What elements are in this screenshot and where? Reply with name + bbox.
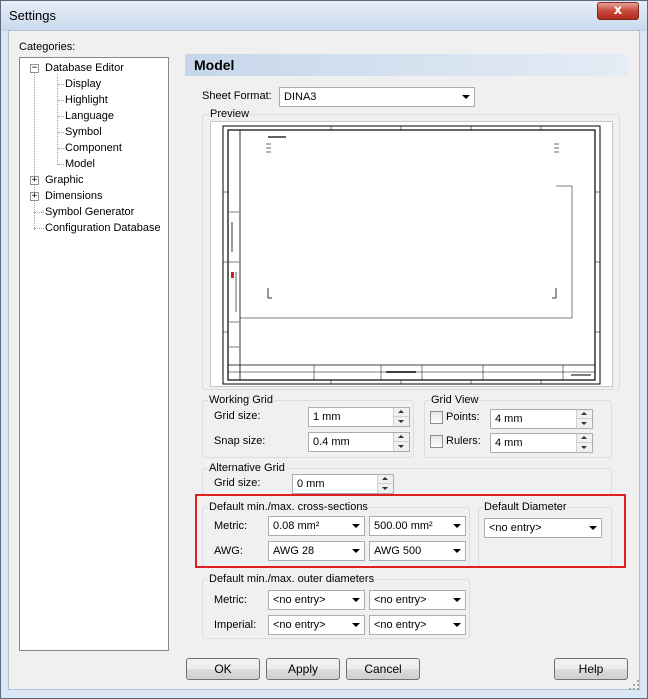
- outer-metric-max-value: <no entry>: [374, 594, 427, 606]
- chevron-down-icon: [453, 598, 461, 602]
- tree-item-component[interactable]: Component: [65, 142, 122, 154]
- grid-size-value: 1 mm: [313, 411, 341, 423]
- points-stepper[interactable]: 4 mm: [490, 409, 593, 429]
- tree-line: [34, 212, 44, 213]
- tree-line: [58, 148, 64, 149]
- title-bar: Settings x: [1, 1, 647, 31]
- help-button[interactable]: Help: [554, 658, 628, 680]
- snap-size-stepper[interactable]: 0.4 mm: [308, 432, 410, 452]
- outer-diameters-title: Default min./max. outer diameters: [208, 573, 376, 585]
- tree-item-highlight[interactable]: Highlight: [65, 94, 108, 106]
- preview-label: Preview: [209, 108, 251, 120]
- rulers-value: 4 mm: [495, 437, 523, 449]
- page-title: Model: [194, 57, 235, 73]
- alt-grid-size-label: Grid size:: [214, 477, 261, 489]
- alt-grid-size-stepper[interactable]: 0 mm: [292, 474, 394, 494]
- tree-line: [58, 100, 64, 101]
- chevron-down-icon: [453, 623, 461, 627]
- tree-item-configuration-database[interactable]: Configuration Database: [45, 222, 161, 234]
- imperial-min-value: <no entry>: [273, 619, 326, 631]
- chevron-down-icon: [352, 623, 360, 627]
- spin-up-icon[interactable]: [378, 475, 393, 484]
- expand-icon[interactable]: +: [30, 191, 39, 201]
- alternative-grid-title: Alternative Grid: [208, 462, 286, 474]
- spin-down-icon[interactable]: [378, 484, 393, 493]
- tree-line: [58, 116, 64, 117]
- tree-item-graphic[interactable]: Graphic: [45, 174, 84, 186]
- categories-label: Categories:: [19, 41, 76, 53]
- sheet-preview: [210, 121, 613, 387]
- rulers-checkbox[interactable]: [430, 435, 443, 448]
- close-button[interactable]: x: [597, 2, 639, 20]
- rulers-label: Rulers:: [446, 435, 481, 447]
- snap-size-label: Snap size:: [214, 435, 266, 447]
- sheet-preview-drawing: [222, 125, 601, 385]
- tree-line: [58, 132, 64, 133]
- sheet-format-value: DINA3: [284, 91, 317, 103]
- points-value: 4 mm: [495, 413, 523, 425]
- window-title: Settings: [9, 8, 56, 23]
- sheet-format-dropdown[interactable]: DINA3: [279, 87, 475, 107]
- imperial-max-value: <no entry>: [374, 619, 427, 631]
- spin-down-icon[interactable]: [394, 417, 409, 426]
- tree-line: [58, 164, 64, 165]
- spin-down-icon[interactable]: [394, 442, 409, 451]
- chevron-down-icon: [352, 598, 360, 602]
- grid-size-label: Grid size:: [214, 410, 261, 422]
- imperial-max-dropdown[interactable]: <no entry>: [369, 615, 466, 635]
- snap-size-value: 0.4 mm: [313, 436, 350, 448]
- chevron-down-icon: [462, 95, 470, 99]
- grid-view-title: Grid View: [430, 394, 480, 406]
- close-icon: x: [613, 3, 623, 18]
- imperial-label: Imperial:: [214, 619, 257, 631]
- highlight-frame: [195, 494, 626, 568]
- tree-item-database-editor[interactable]: Database Editor: [45, 62, 124, 74]
- spin-up-icon[interactable]: [577, 410, 592, 419]
- tree-item-display[interactable]: Display: [65, 78, 101, 90]
- categories-tree[interactable]: − Database Editor Display Highlight Lang…: [19, 57, 169, 651]
- resize-grip-icon[interactable]: [628, 679, 640, 691]
- apply-button[interactable]: Apply: [266, 658, 340, 680]
- points-label: Points:: [446, 411, 480, 423]
- rulers-stepper[interactable]: 4 mm: [490, 433, 593, 453]
- expand-icon[interactable]: +: [30, 175, 39, 185]
- spin-down-icon[interactable]: [577, 443, 592, 452]
- tree-item-language[interactable]: Language: [65, 110, 114, 122]
- outer-metric-label: Metric:: [214, 594, 247, 606]
- spin-up-icon[interactable]: [394, 408, 409, 417]
- ok-button[interactable]: OK: [186, 658, 260, 680]
- tree-line: [57, 74, 58, 165]
- tree-line: [58, 84, 64, 85]
- tree-line: [34, 72, 35, 230]
- working-grid-title: Working Grid: [208, 394, 274, 406]
- tree-item-symbol[interactable]: Symbol: [65, 126, 102, 138]
- cancel-button[interactable]: Cancel: [346, 658, 420, 680]
- points-checkbox[interactable]: [430, 411, 443, 424]
- outer-metric-min-dropdown[interactable]: <no entry>: [268, 590, 365, 610]
- collapse-icon[interactable]: −: [30, 63, 39, 73]
- sheet-format-label: Sheet Format:: [202, 90, 272, 102]
- spin-up-icon[interactable]: [394, 433, 409, 442]
- tree-item-dimensions[interactable]: Dimensions: [45, 190, 102, 202]
- tree-item-model[interactable]: Model: [65, 158, 95, 170]
- tree-item-symbol-generator[interactable]: Symbol Generator: [45, 206, 134, 218]
- imperial-min-dropdown[interactable]: <no entry>: [268, 615, 365, 635]
- grid-size-stepper[interactable]: 1 mm: [308, 407, 410, 427]
- section-header: Model: [185, 54, 628, 76]
- outer-metric-max-dropdown[interactable]: <no entry>: [369, 590, 466, 610]
- tree-line: [34, 228, 44, 229]
- alt-grid-size-value: 0 mm: [297, 478, 325, 490]
- outer-metric-min-value: <no entry>: [273, 594, 326, 606]
- spin-down-icon[interactable]: [577, 419, 592, 428]
- spin-up-icon[interactable]: [577, 434, 592, 443]
